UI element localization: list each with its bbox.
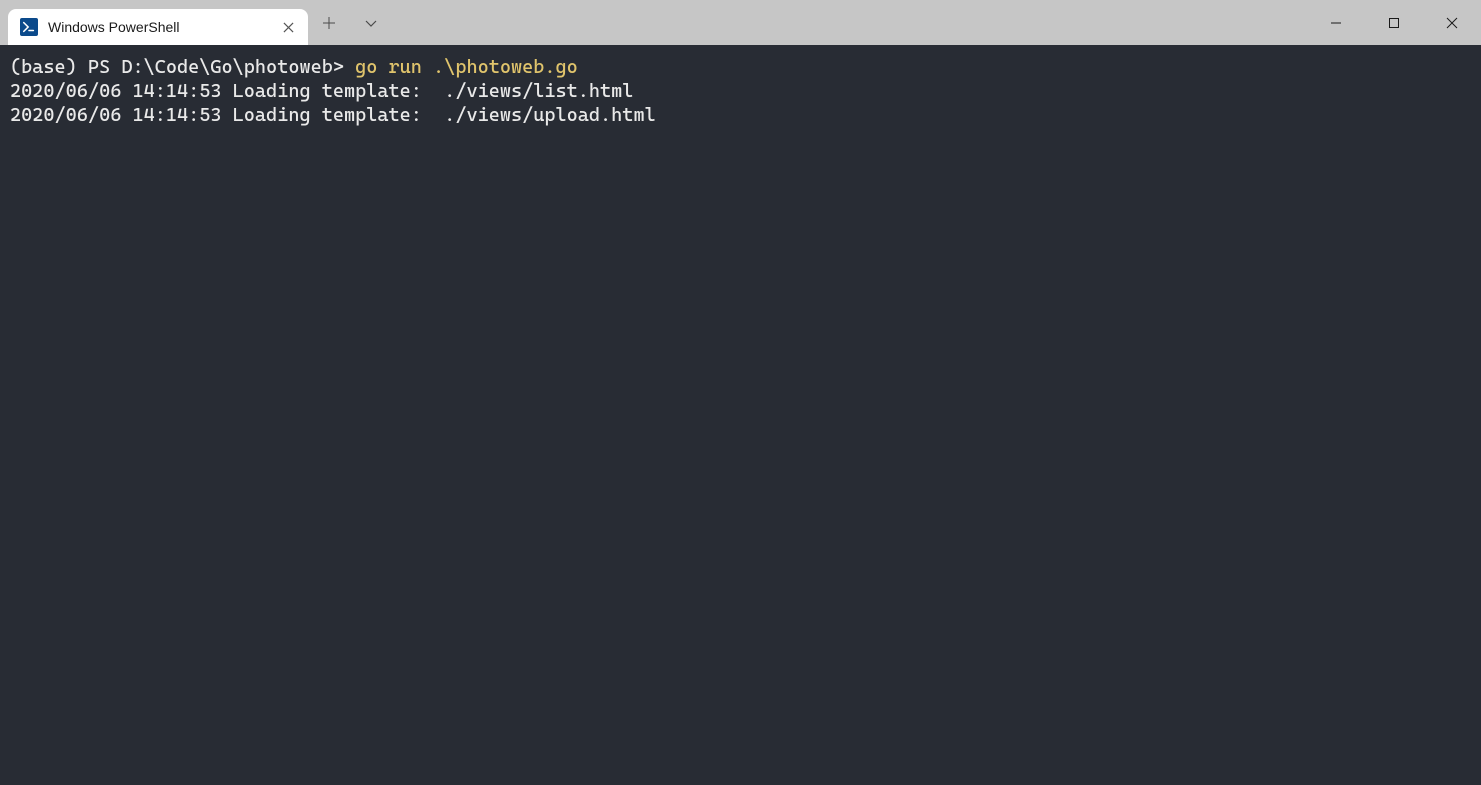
terminal-pane[interactable]: (base) PS D:\Code\Go\photoweb> go run .\… <box>0 45 1481 785</box>
command-text: go run .\photoweb.go <box>355 56 578 78</box>
tab-powershell[interactable]: Windows PowerShell <box>8 9 308 45</box>
powershell-icon <box>20 18 38 36</box>
maximize-button[interactable] <box>1365 0 1423 45</box>
tab-dropdown-button[interactable] <box>350 0 392 45</box>
tab-row: Windows PowerShell <box>0 0 392 45</box>
prompt-text: (base) PS D:\Code\Go\photoweb> <box>10 56 355 78</box>
tab-close-button[interactable] <box>278 17 298 37</box>
tab-actions <box>308 0 392 45</box>
titlebar: Windows PowerShell <box>0 0 1481 45</box>
minimize-button[interactable] <box>1307 0 1365 45</box>
new-tab-button[interactable] <box>308 0 350 45</box>
window-controls <box>1307 0 1481 45</box>
tab-title: Windows PowerShell <box>48 19 268 35</box>
output-line-0: 2020/06/06 14:14:53 Loading template: ./… <box>10 79 1471 103</box>
prompt-line: (base) PS D:\Code\Go\photoweb> go run .\… <box>10 55 1471 79</box>
output-line-1: 2020/06/06 14:14:53 Loading template: ./… <box>10 103 1471 127</box>
close-window-button[interactable] <box>1423 0 1481 45</box>
